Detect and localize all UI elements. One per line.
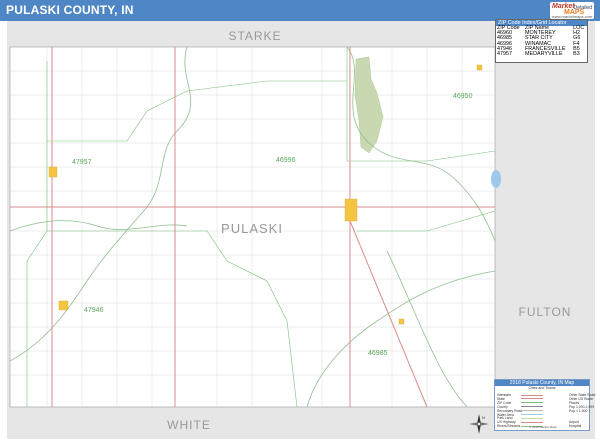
legend-swatch: [521, 406, 543, 408]
county-label: PULASKI: [221, 221, 283, 236]
west-county-area: [7, 21, 10, 439]
town-francesville: [58, 300, 69, 311]
legend-swatch: [521, 398, 543, 400]
zip-name: MEDARYVILLE: [525, 51, 563, 58]
town-star-city: [398, 318, 405, 325]
map-frame[interactable]: PULASKI STARKE FULTON WHITE 46950 46996 47…: [7, 21, 595, 439]
town-medaryville: [48, 166, 58, 178]
zip-label-47946: 47946: [84, 307, 104, 314]
neighbor-label-east: FULTON: [519, 305, 572, 319]
zip-loc: B3: [573, 51, 580, 58]
title-bar: PULASKI COUNTY, IN Market MAPS Detailed …: [0, 0, 600, 21]
zip-label-47957: 47957: [72, 159, 92, 166]
legend-swatch: [521, 421, 543, 423]
neighbor-label-south: WHITE: [167, 418, 211, 432]
map-title: PULASKI COUNTY, IN: [6, 3, 134, 17]
zip-code: 47957: [497, 51, 512, 58]
town-winamac: [344, 198, 358, 222]
zip-code-index: ZIP Code Index/Grid Locator ZIP Code ZIP…: [495, 19, 588, 63]
neighbor-label-north: STARKE: [228, 29, 281, 43]
zip-label-46996: 46996: [276, 157, 296, 164]
legend-subtitle: Cities and Towns: [528, 386, 556, 390]
compass-rose-icon: N: [469, 414, 489, 434]
zip-label-46950: 46950: [453, 93, 473, 100]
map-legend: 2018 Pulaski County, IN Map Cities and T…: [494, 379, 595, 431]
compass-north-label: N: [482, 415, 485, 420]
legend-swatch: [521, 417, 543, 419]
table-row: 47957 MEDARYVILLE B3: [496, 51, 587, 58]
legend-swatch: [521, 414, 543, 415]
lake: [491, 170, 501, 188]
zip-label-46985: 46985: [368, 350, 388, 357]
legend-swatch: [521, 410, 543, 412]
county-map[interactable]: PULASKI STARKE FULTON WHITE 46950 46996 47…: [7, 21, 595, 439]
zip-index-table: ZIP Code ZIP Name LOC 46960 MONTEREY H2 …: [496, 25, 587, 58]
logo-text-side: Detailed: [573, 5, 592, 11]
market-maps-logo: Market MAPS Detailed www.marketmaps.com: [550, 2, 594, 19]
legend-swatch: [521, 402, 543, 404]
white-county-area: [7, 407, 495, 439]
legend-swatch: [521, 394, 543, 396]
town-monterey: [476, 64, 483, 71]
fulton-county-area: [495, 21, 595, 439]
legend-footer: © 2018 Market Maps: [529, 425, 557, 429]
